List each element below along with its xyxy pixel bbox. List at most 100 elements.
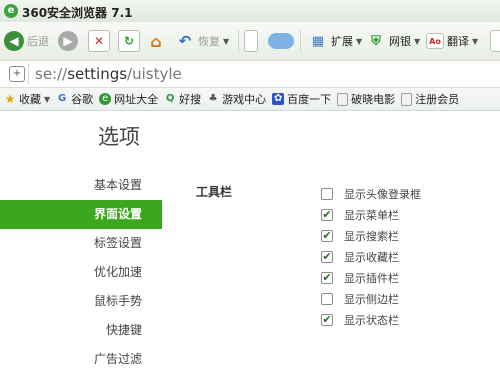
option-menu-bar[interactable]: ✔ 显示菜单栏 [321, 204, 421, 225]
option-avatar-login[interactable]: 显示头像登录框 [321, 183, 421, 204]
more-button[interactable] [490, 28, 500, 54]
restore-button[interactable]: ↶ 恢复 ▼ [175, 28, 229, 54]
home-icon: ⌂ [150, 31, 162, 51]
extensions-button[interactable]: ▦ 扩展 ▼ [308, 28, 362, 54]
refresh-icon: ↻ [118, 30, 140, 52]
url-input[interactable]: se://settings/uistyle [35, 64, 182, 84]
toolbar-divider [238, 30, 239, 52]
cloud-button[interactable] [268, 28, 294, 54]
nav-item-basic[interactable]: 基本设置 [0, 171, 162, 200]
fav-item-label: 百度一下 [287, 93, 332, 106]
nav-item-gestures[interactable]: 鼠标手势 [0, 287, 162, 316]
translate-dropdown-icon[interactable]: ▼ [472, 37, 478, 46]
bank-label: 网银 [389, 35, 411, 48]
option-label: 显示收藏栏 [344, 250, 399, 264]
fav-item-google[interactable]: G 谷歌 [56, 91, 93, 107]
translate-button[interactable]: Ao 翻译 ▼ [426, 28, 478, 54]
security-shield-icon[interactable]: + [9, 66, 25, 82]
fav-item-label: 破晓电影 [351, 93, 396, 106]
nav-item-optimize[interactable]: 优化加速 [0, 258, 162, 287]
favorites-menu[interactable]: ★ 收藏 ▼ [4, 91, 51, 107]
forward-arrow-icon: ▶ [58, 31, 78, 51]
nav-item-tabs[interactable]: 标签设置 [0, 229, 162, 258]
checkbox[interactable]: ✔ [321, 250, 333, 263]
address-bar: + se://settings/uistyle [0, 61, 500, 88]
fav-item-label: 注册会员 [415, 93, 460, 106]
checkbox[interactable]: ✔ [321, 229, 333, 242]
option-label: 显示头像登录框 [344, 187, 421, 201]
nav-item-shortcuts[interactable]: 快捷键 [0, 316, 162, 345]
toolbar-options: 显示头像登录框 ✔ 显示菜单栏 ✔ 显示搜索栏 ✔ 显示收藏栏 ✔ 显示插件栏 … [321, 183, 421, 330]
grid-icon: ▦ [311, 33, 325, 49]
option-favorites-bar[interactable]: ✔ 显示收藏栏 [321, 246, 421, 267]
settings-nav: 基本设置 界面设置 标签设置 优化加速 鼠标手势 快捷键 广告过滤 [0, 171, 162, 374]
checkbox[interactable]: ✔ [321, 271, 333, 284]
option-plugin-bar[interactable]: ✔ 显示插件栏 [321, 267, 421, 288]
restore-label: 恢复 [198, 35, 220, 48]
e-logo-icon: e [99, 93, 112, 105]
settings-page: 选项 基本设置 界面设置 标签设置 优化加速 鼠标手势 快捷键 广告过滤 工具栏… [0, 111, 500, 366]
fav-item-movie[interactable]: 破晓电影 [337, 91, 395, 107]
fav-item-haosou[interactable]: Q 好搜 [164, 91, 201, 107]
option-label: 显示插件栏 [344, 271, 399, 285]
cloud-icon [268, 33, 294, 49]
nav-item-adblock[interactable]: 广告过滤 [0, 345, 162, 374]
fav-item-label: 网址大全 [114, 93, 159, 106]
fav-item-games[interactable]: ♣ 游戏中心 [207, 91, 266, 107]
bank-button[interactable]: ⛨ 网银 ▼ [366, 28, 420, 54]
stop-icon: ✕ [88, 30, 110, 52]
fav-item-label: 好搜 [179, 93, 202, 106]
phone-icon [244, 30, 258, 52]
checkbox[interactable]: ✔ [321, 208, 333, 221]
baidu-paw-icon: ✿ [272, 93, 285, 105]
page-icon [401, 92, 413, 106]
address-divider [28, 64, 29, 84]
fav-item-register[interactable]: 注册会员 [401, 91, 459, 107]
app-logo-icon: e [4, 4, 18, 18]
url-host: settings [67, 65, 128, 83]
checkbox[interactable]: ✔ [321, 313, 333, 326]
stop-button[interactable]: ✕ [88, 28, 110, 54]
page-title: 选项 [98, 125, 140, 149]
back-button[interactable]: ◀ 后退 [4, 28, 49, 54]
restore-dropdown-icon[interactable]: ▼ [223, 37, 229, 46]
refresh-button[interactable]: ↻ [118, 28, 140, 54]
fav-item-label: 游戏中心 [222, 93, 267, 106]
fav-item-baidu[interactable]: ✿ 百度一下 [272, 91, 331, 107]
favorites-bar: ★ 收藏 ▼ G 谷歌 e 网址大全 Q 好搜 ♣ 游戏中心 ✿ 百度一下 破晓… [0, 88, 500, 111]
page-icon [337, 92, 349, 106]
title-bar: e 360安全浏览器 7.1 [0, 0, 500, 23]
bank-dropdown-icon[interactable]: ▼ [414, 37, 420, 46]
google-icon: G [58, 93, 67, 104]
back-label: 后退 [27, 35, 49, 48]
option-label: 显示状态栏 [344, 313, 399, 327]
checkbox[interactable] [321, 187, 333, 200]
option-label: 显示搜索栏 [344, 229, 399, 243]
option-status-bar[interactable]: ✔ 显示状态栏 [321, 309, 421, 330]
extensions-label: 扩展 [331, 35, 353, 48]
fav-item-hao[interactable]: e 网址大全 [99, 91, 158, 107]
mobile-button[interactable] [244, 28, 258, 54]
nav-item-interface[interactable]: 界面设置 [0, 200, 162, 229]
option-search-bar[interactable]: ✔ 显示搜索栏 [321, 225, 421, 246]
checkbox[interactable] [321, 292, 333, 305]
option-label: 显示侧边栏 [344, 292, 399, 306]
home-button[interactable]: ⌂ [146, 28, 166, 54]
more-icon [490, 30, 500, 52]
shield-bank-icon: ⛨ [371, 33, 381, 49]
url-scheme: se:// [35, 65, 68, 83]
haosou-icon: Q [165, 93, 175, 104]
translate-icon: Ao [426, 33, 444, 49]
window-title: 360安全浏览器 7.1 [22, 6, 133, 20]
back-arrow-icon: ◀ [4, 31, 24, 51]
url-path: /uistyle [127, 65, 182, 83]
option-label: 显示菜单栏 [344, 208, 399, 222]
toolbar-section-label: 工具栏 [196, 185, 233, 199]
favorites-label: 收藏 [19, 93, 41, 106]
forward-button[interactable]: ▶ [58, 28, 78, 54]
fav-item-label: 谷歌 [71, 93, 94, 106]
extensions-dropdown-icon[interactable]: ▼ [356, 37, 362, 46]
toolbar: ◀ 后退 ▶ ✕ ↻ ⌂ ↶ 恢复 ▼ ▦ 扩展 ▼ ⛨ 网银 ▼ Ao 翻译 … [0, 22, 500, 61]
option-sidebar[interactable]: 显示侧边栏 [321, 288, 421, 309]
star-icon: ★ [4, 92, 16, 106]
